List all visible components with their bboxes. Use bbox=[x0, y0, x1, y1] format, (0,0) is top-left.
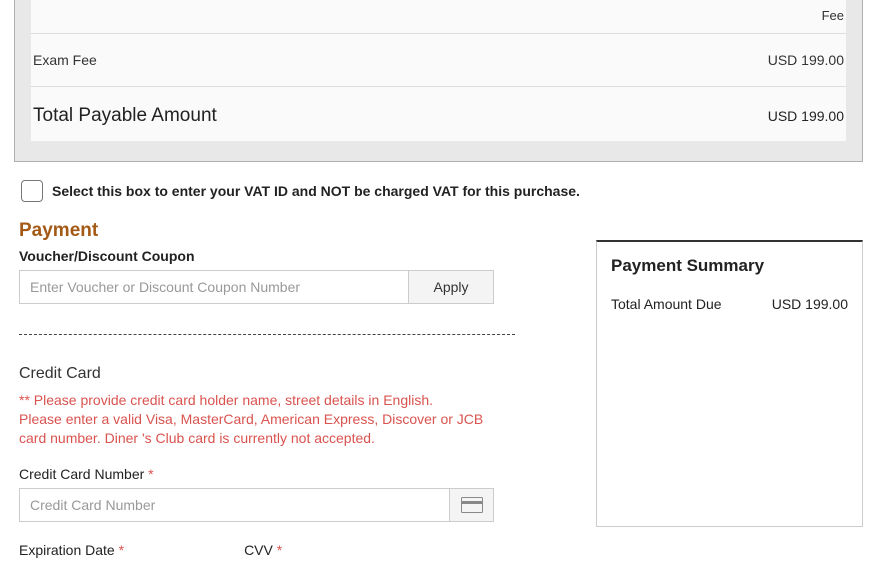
cc-number-input[interactable] bbox=[19, 488, 450, 522]
cc-warning-line1: ** Please provide credit card holder nam… bbox=[19, 392, 433, 408]
summary-due-amount: USD 199.00 bbox=[772, 296, 848, 312]
credit-card-heading: Credit Card bbox=[19, 365, 511, 383]
section-divider bbox=[19, 334, 515, 335]
vat-checkbox[interactable] bbox=[21, 180, 43, 202]
cc-number-label: Credit Card Number * bbox=[19, 466, 511, 482]
credit-card-icon bbox=[461, 497, 483, 513]
payment-form-column: Payment Voucher/Discount Coupon Apply Cr… bbox=[19, 220, 511, 564]
fee-item-row: Exam Fee USD 199.00 bbox=[31, 34, 846, 87]
summary-title: Payment Summary bbox=[611, 256, 848, 276]
fee-item-amount: USD 199.00 bbox=[768, 52, 844, 68]
fee-footer-bar bbox=[15, 141, 862, 161]
summary-column: Payment Summary Total Amount Due USD 199… bbox=[596, 240, 863, 527]
expiration-label-text: Expiration Date bbox=[19, 542, 115, 558]
voucher-row: Apply bbox=[19, 270, 494, 304]
voucher-label: Voucher/Discount Coupon bbox=[19, 248, 511, 264]
vat-checkbox-label: Select this box to enter your VAT ID and… bbox=[52, 183, 580, 199]
cc-input-wrap bbox=[19, 488, 494, 522]
apply-button[interactable]: Apply bbox=[409, 270, 494, 304]
cvv-label: CVV * bbox=[244, 542, 282, 558]
summary-padding bbox=[611, 312, 848, 512]
fee-item-label: Exam Fee bbox=[33, 52, 97, 68]
voucher-input[interactable] bbox=[19, 270, 409, 304]
required-mark: * bbox=[148, 466, 153, 482]
fee-total-row: Total Payable Amount USD 199.00 bbox=[31, 87, 846, 127]
fee-column-header: Fee bbox=[822, 8, 844, 23]
fee-panel: Fee Exam Fee USD 199.00 Total Payable Am… bbox=[14, 0, 863, 162]
vat-row: Select this box to enter your VAT ID and… bbox=[0, 162, 877, 220]
fee-inner: Fee Exam Fee USD 199.00 Total Payable Am… bbox=[31, 0, 846, 141]
credit-card-warning: ** Please provide credit card holder nam… bbox=[19, 391, 511, 448]
expiration-label: Expiration Date * bbox=[19, 542, 124, 558]
cc-warning-line2: Please enter a valid Visa, MasterCard, A… bbox=[19, 411, 483, 446]
exp-cvv-row: Expiration Date * CVV * bbox=[19, 542, 511, 564]
fee-total-label: Total Payable Amount bbox=[33, 105, 217, 127]
payment-heading: Payment bbox=[19, 220, 511, 242]
payment-area: Payment Voucher/Discount Coupon Apply Cr… bbox=[0, 220, 877, 564]
fee-total-amount: USD 199.00 bbox=[768, 105, 844, 127]
cvv-label-text: CVV bbox=[244, 542, 273, 558]
payment-summary-box: Payment Summary Total Amount Due USD 199… bbox=[596, 240, 863, 527]
summary-due-row: Total Amount Due USD 199.00 bbox=[611, 296, 848, 312]
card-icon-box bbox=[450, 488, 494, 522]
required-mark: * bbox=[277, 542, 282, 558]
summary-inner: Payment Summary Total Amount Due USD 199… bbox=[597, 242, 862, 526]
required-mark: * bbox=[119, 542, 124, 558]
fee-header-row: Fee bbox=[31, 8, 846, 34]
cc-number-label-text: Credit Card Number bbox=[19, 466, 144, 482]
summary-due-label: Total Amount Due bbox=[611, 296, 722, 312]
